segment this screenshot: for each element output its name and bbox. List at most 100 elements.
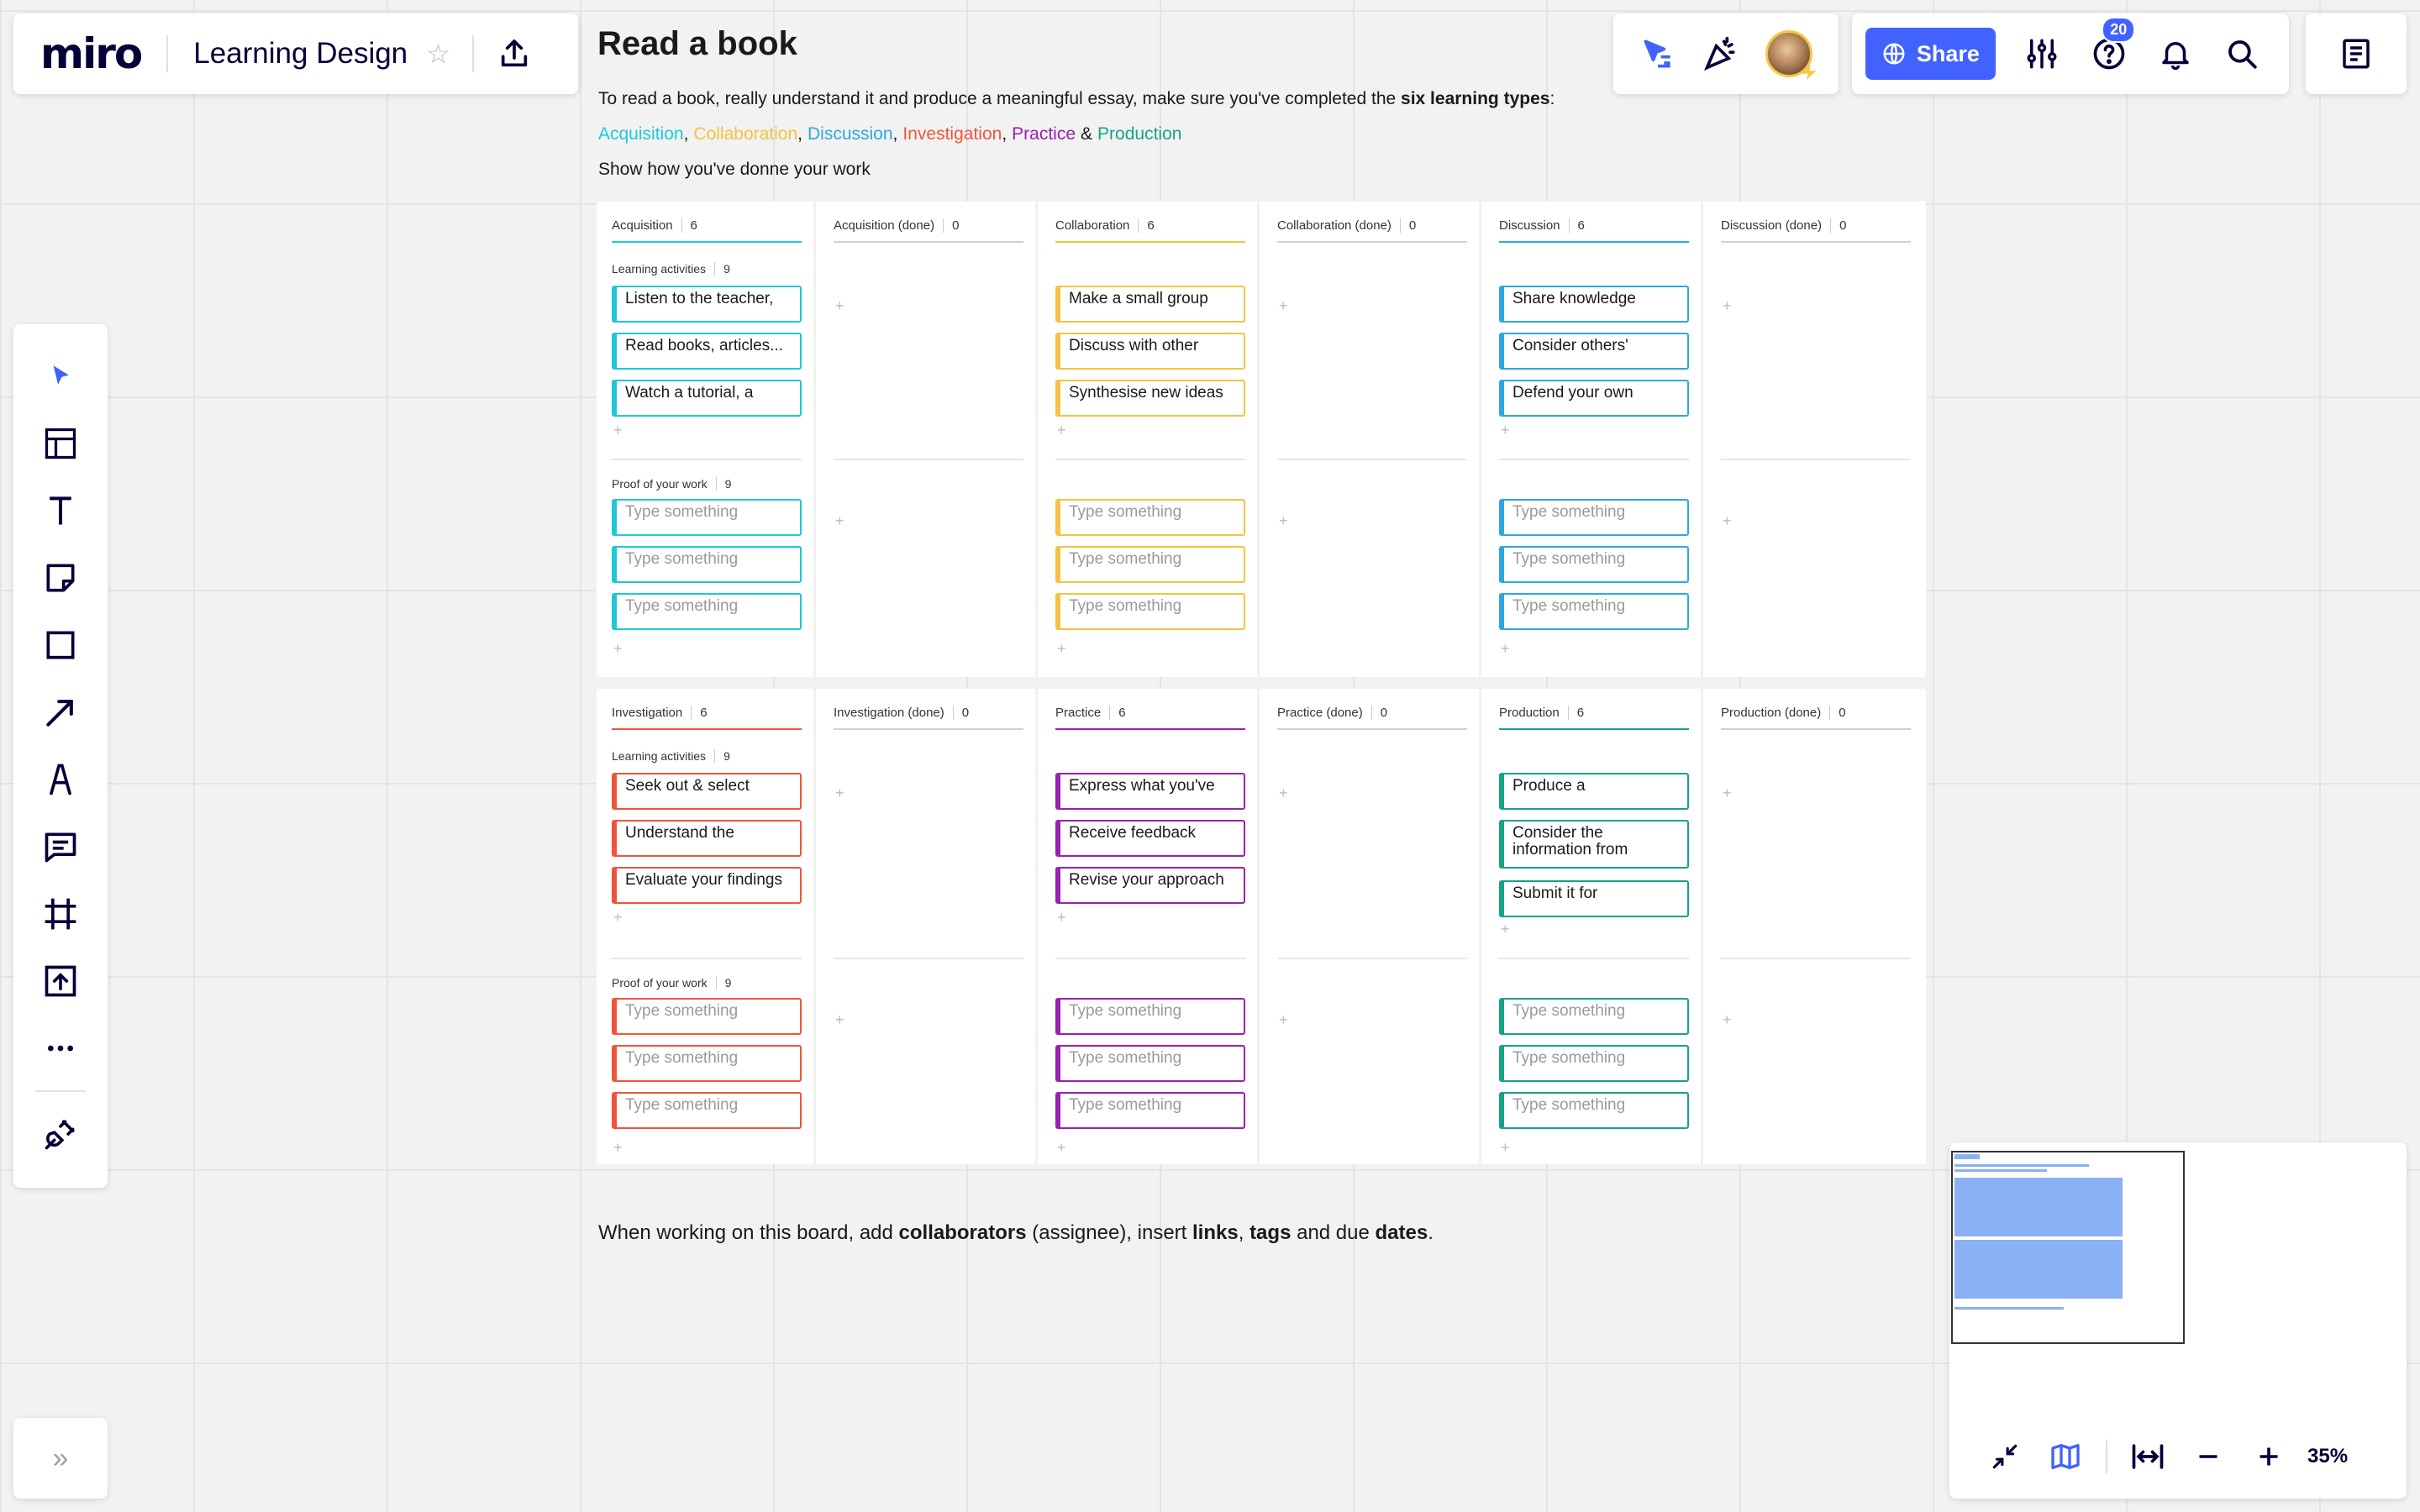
placeholder-card[interactable]: Type something: [612, 998, 802, 1035]
select-tool-icon[interactable]: [27, 343, 94, 410]
footer-instructions[interactable]: When working on this board, add collabor…: [598, 1221, 1434, 1245]
placeholder-card[interactable]: Type something: [612, 1092, 802, 1129]
add-card-plus-icon[interactable]: +: [613, 1139, 623, 1157]
add-card-plus-icon[interactable]: +: [835, 785, 844, 802]
task-card[interactable]: Produce a: [1499, 773, 1689, 810]
collapse-icon[interactable]: [1975, 1441, 2035, 1473]
templates-icon[interactable]: [27, 410, 94, 477]
task-card[interactable]: Listen to the teacher,: [612, 286, 802, 323]
column-header[interactable]: Acquisition 6: [612, 218, 802, 243]
column-header[interactable]: Practice 6: [1055, 706, 1245, 730]
avatar[interactable]: [1765, 30, 1812, 77]
add-card-plus-icon[interactable]: +: [835, 512, 844, 530]
more-tools-icon[interactable]: [27, 1015, 94, 1082]
fit-to-screen-icon[interactable]: [2118, 1438, 2178, 1475]
add-card-plus-icon[interactable]: +: [1723, 1011, 1732, 1029]
search-icon[interactable]: [2209, 36, 2275, 71]
learning-types-line[interactable]: Acquisition, Collaboration, Discussion, Inv…: [598, 124, 1181, 144]
column-header[interactable]: Acquisition (done) 0: [834, 218, 1023, 243]
task-card[interactable]: Consider others': [1499, 333, 1689, 370]
task-card[interactable]: Express what you've: [1055, 773, 1245, 810]
kanban-board-top[interactable]: Acquisition 6 Learning activities 9 Proof of…: [597, 202, 1926, 677]
placeholder-card[interactable]: Type something: [1499, 546, 1689, 583]
page-title[interactable]: Read a book: [597, 25, 797, 63]
map-icon[interactable]: [2035, 1440, 2096, 1473]
miro-logo[interactable]: miro: [40, 29, 143, 78]
task-card[interactable]: Discuss with other: [1055, 333, 1245, 370]
column-header[interactable]: Investigation (done) 0: [834, 706, 1023, 730]
cursor-follow-icon[interactable]: [1639, 35, 1676, 72]
task-card[interactable]: Evaluate your findings: [612, 867, 802, 904]
add-card-plus-icon[interactable]: +: [1723, 297, 1732, 315]
task-card[interactable]: Submit it for: [1499, 880, 1689, 917]
zoom-in-icon[interactable]: [2238, 1441, 2299, 1472]
column-header[interactable]: Discussion (done) 0: [1721, 218, 1911, 243]
placeholder-card[interactable]: Type something: [612, 1045, 802, 1082]
placeholder-card[interactable]: Type something: [612, 546, 802, 583]
add-card-plus-icon[interactable]: +: [1501, 921, 1510, 938]
add-card-plus-icon[interactable]: +: [1057, 640, 1066, 658]
comment-icon[interactable]: [27, 813, 94, 880]
column-header[interactable]: Production (done) 0: [1721, 706, 1911, 730]
add-card-plus-icon[interactable]: +: [613, 422, 623, 439]
add-card-plus-icon[interactable]: +: [1723, 512, 1732, 530]
add-card-plus-icon[interactable]: +: [613, 909, 623, 927]
column-header[interactable]: Production 6: [1499, 706, 1689, 730]
placeholder-card[interactable]: Type something: [1499, 998, 1689, 1035]
add-card-plus-icon[interactable]: +: [1501, 422, 1510, 439]
integrations-plug-icon[interactable]: [27, 1100, 94, 1168]
add-card-plus-icon[interactable]: +: [1279, 1011, 1288, 1029]
task-card[interactable]: Watch a tutorial, a: [612, 380, 802, 417]
star-icon[interactable]: ☆: [426, 38, 450, 70]
text-tool-icon[interactable]: [27, 477, 94, 544]
placeholder-card[interactable]: Type something: [612, 499, 802, 536]
task-card[interactable]: Revise your approach: [1055, 867, 1245, 904]
column-header[interactable]: Collaboration 6: [1055, 218, 1245, 243]
placeholder-card[interactable]: Type something: [1499, 593, 1689, 630]
placeholder-card[interactable]: Type something: [1055, 499, 1245, 536]
column-header[interactable]: Practice (done) 0: [1277, 706, 1467, 730]
task-card[interactable]: Share knowledge: [1499, 286, 1689, 323]
placeholder-card[interactable]: Type something: [1055, 998, 1245, 1035]
board-title[interactable]: Learning Design: [193, 37, 408, 71]
expand-toolbar-button[interactable]: »: [13, 1418, 108, 1499]
upload-icon[interactable]: [27, 948, 94, 1015]
add-card-plus-icon[interactable]: +: [1501, 640, 1510, 658]
add-card-plus-icon[interactable]: +: [835, 297, 844, 315]
zoom-out-icon[interactable]: [2178, 1441, 2238, 1472]
placeholder-card[interactable]: Type something: [612, 593, 802, 630]
add-card-plus-icon[interactable]: +: [1057, 422, 1066, 439]
export-icon[interactable]: [497, 37, 531, 71]
add-card-plus-icon[interactable]: +: [1723, 785, 1732, 802]
add-card-plus-icon[interactable]: +: [1057, 1139, 1066, 1157]
task-card[interactable]: Seek out & select: [612, 773, 802, 810]
add-card-plus-icon[interactable]: +: [835, 1011, 844, 1029]
column-header[interactable]: Collaboration (done) 0: [1277, 218, 1467, 243]
task-card[interactable]: Defend your own: [1499, 380, 1689, 417]
notes-panel-button[interactable]: [2306, 13, 2407, 94]
shape-tool-icon[interactable]: [27, 612, 94, 679]
show-work-text[interactable]: Show how you've donne your work: [598, 160, 871, 180]
zoom-level[interactable]: 35%: [2307, 1445, 2348, 1468]
bell-icon[interactable]: [2142, 36, 2208, 71]
placeholder-card[interactable]: Type something: [1499, 1092, 1689, 1129]
task-card[interactable]: Understand the: [612, 820, 802, 857]
add-card-plus-icon[interactable]: +: [1279, 297, 1288, 315]
help-icon[interactable]: 20: [2075, 17, 2142, 72]
placeholder-card[interactable]: Type something: [1055, 593, 1245, 630]
kanban-board-bottom[interactable]: Investigation 6 Learning activities 9 Proof …: [597, 689, 1926, 1164]
add-card-plus-icon[interactable]: +: [1279, 785, 1288, 802]
task-card[interactable]: Consider the information from: [1499, 820, 1689, 869]
add-card-plus-icon[interactable]: +: [613, 640, 623, 658]
placeholder-card[interactable]: Type something: [1499, 1045, 1689, 1082]
column-header[interactable]: Investigation 6: [612, 706, 802, 730]
task-card[interactable]: Make a small group: [1055, 286, 1245, 323]
placeholder-card[interactable]: Type something: [1055, 1092, 1245, 1129]
column-header[interactable]: Discussion 6: [1499, 218, 1689, 243]
task-card[interactable]: Synthesise new ideas: [1055, 380, 1245, 417]
share-button[interactable]: Share: [1865, 28, 1996, 80]
frame-tool-icon[interactable]: [27, 880, 94, 948]
minimap-viewport[interactable]: [1951, 1151, 2185, 1344]
celebration-icon[interactable]: [1702, 35, 1739, 72]
sticky-note-icon[interactable]: [27, 544, 94, 612]
